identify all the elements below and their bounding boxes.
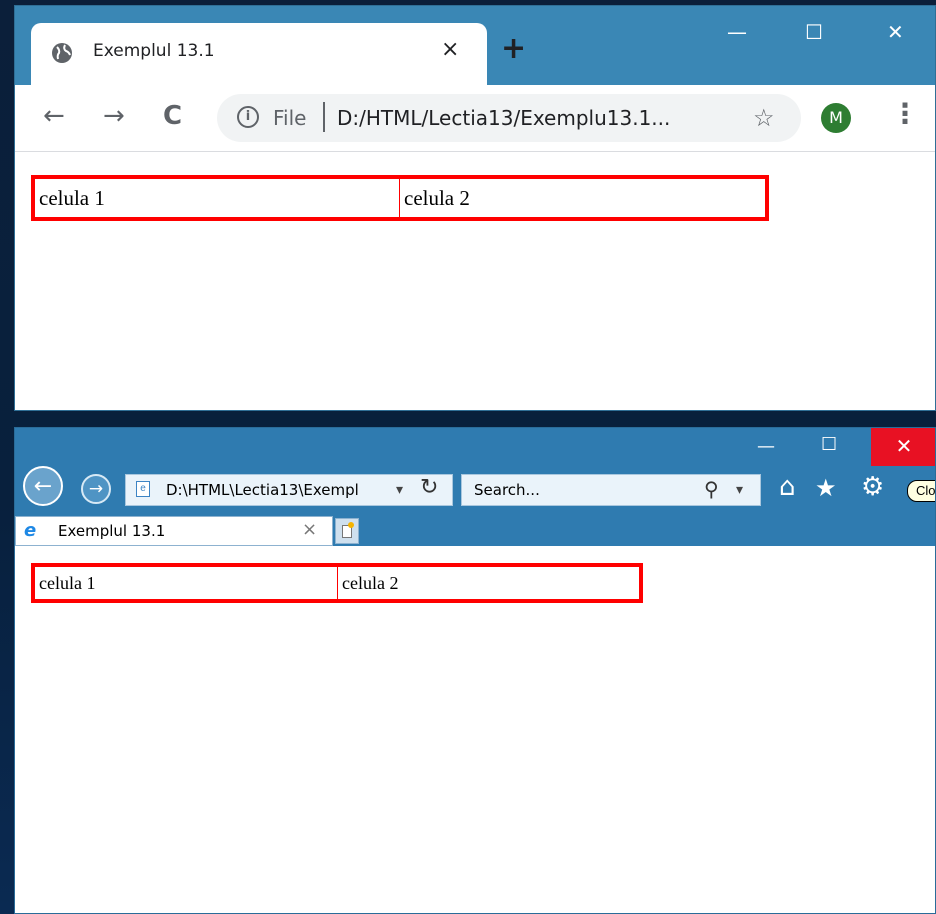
ie-maximize-button[interactable]: ☐	[821, 434, 837, 455]
new-tab-spark-icon	[348, 522, 354, 528]
chrome-back-button[interactable]: ←	[43, 101, 65, 131]
ie-tab[interactable]: e Exemplul 13.1 ×	[15, 516, 333, 546]
chrome-url-text[interactable]: D:/HTML/Lectia13/Exemplu13.1...	[337, 106, 670, 130]
settings-gear-icon[interactable]: ⚙	[861, 472, 884, 502]
ie-address-bar[interactable]: e D:\HTML\Lectia13\Exempl ▾ ↻	[125, 474, 453, 506]
ie-titlebar: — ☐ ✕	[15, 428, 935, 466]
ie-back-button[interactable]: ←	[23, 466, 63, 506]
omnibox-separator	[323, 102, 325, 132]
table-cell: celula 2	[399, 179, 765, 217]
profile-avatar[interactable]: M	[821, 103, 851, 133]
chrome-tab-close-icon[interactable]: ×	[441, 37, 459, 62]
favorites-star-icon[interactable]: ★	[815, 474, 837, 502]
table-cell: celula 1	[39, 186, 105, 210]
ie-forward-button[interactable]: →	[81, 474, 111, 504]
table-cell: celula 1	[39, 573, 96, 593]
ie-logo-icon: e	[24, 520, 37, 541]
chrome-forward-button[interactable]: →	[103, 101, 125, 131]
ie-close-button[interactable]: ✕	[871, 428, 935, 466]
close-tooltip: Clo	[907, 480, 935, 502]
chrome-toolbar: ← → C i File D:/HTML/Lectia13/Exemplu13.…	[15, 85, 935, 152]
ie-url-text[interactable]: D:\HTML\Lectia13\Exempl	[166, 481, 359, 499]
table-cell: celula 2	[337, 567, 639, 599]
ie-tab-row: e Exemplul 13.1 ×	[15, 516, 935, 546]
chrome-close-button[interactable]: ✕	[887, 20, 904, 44]
ie-tab-close-icon[interactable]: ×	[302, 519, 317, 540]
ie-page-content: celula 1 celula 2	[15, 546, 935, 913]
search-placeholder[interactable]: Search...	[474, 481, 540, 499]
scheme-label: File	[273, 106, 307, 130]
ie-new-tab-button[interactable]	[335, 518, 359, 544]
search-icon[interactable]: ⚲	[704, 477, 719, 501]
chrome-minimize-button[interactable]: —	[727, 20, 747, 44]
page-icon: e	[136, 481, 150, 497]
chrome-table: celula 1 celula 2	[31, 175, 769, 221]
chrome-omnibox[interactable]: i File D:/HTML/Lectia13/Exemplu13.1... ☆	[217, 94, 801, 142]
refresh-icon[interactable]: ↻	[420, 475, 438, 500]
chrome-menu-icon[interactable]: ⋮	[891, 97, 919, 130]
chrome-tab-title: Exemplul 13.1	[93, 41, 215, 61]
bookmark-star-icon[interactable]: ☆	[753, 104, 775, 133]
ie-tab-title: Exemplul 13.1	[58, 522, 166, 540]
globe-icon	[52, 43, 72, 63]
ie-window: — ☐ ✕ ← → e D:\HTML\Lectia13\Exempl ▾ ↻ …	[14, 427, 936, 914]
chrome-maximize-button[interactable]: ☐	[805, 20, 823, 44]
info-icon[interactable]: i	[237, 106, 259, 128]
ie-minimize-button[interactable]: —	[757, 436, 775, 457]
chrome-tab[interactable]: Exemplul 13.1 ×	[31, 23, 487, 85]
ie-search-box[interactable]: Search... ⚲ ▾	[461, 474, 761, 506]
chrome-reload-button[interactable]: C	[163, 101, 182, 131]
chrome-window: Exemplul 13.1 × + — ☐ ✕ ← → C i File D:/…	[14, 5, 936, 411]
chrome-page-content: celula 1 celula 2	[15, 152, 935, 410]
home-icon[interactable]: ⌂	[779, 472, 796, 502]
chrome-new-tab-button[interactable]: +	[501, 34, 526, 64]
address-dropdown-icon[interactable]: ▾	[396, 481, 403, 498]
search-dropdown-icon[interactable]: ▾	[736, 481, 743, 498]
ie-table: celula 1 celula 2	[31, 563, 643, 603]
